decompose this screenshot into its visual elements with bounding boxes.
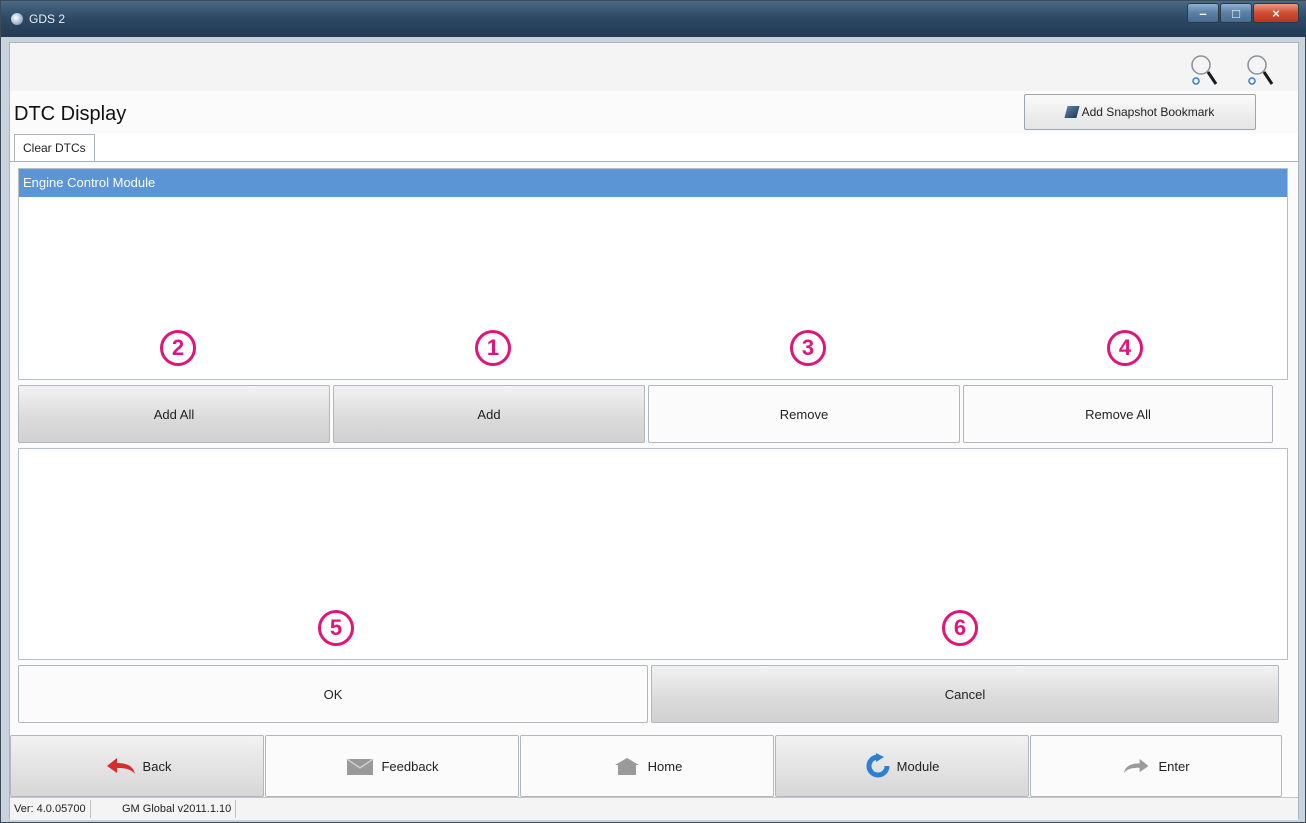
page-title: DTC Display [14,103,127,125]
navigation-bar: Back Feedback Home Module Enter [10,735,1298,797]
tab-clear-dtcs[interactable]: Clear DTCs [14,134,95,161]
feedback-label: Feedback [381,758,439,774]
minimize-button[interactable]: – [1187,3,1219,23]
top-toolbar [10,43,1298,92]
cancel-button[interactable]: Cancel [651,665,1279,723]
window-title: GDS 2 [29,12,66,26]
zoom-out-icon[interactable] [1246,53,1274,87]
tab-bar: Clear DTCs [10,133,1298,162]
module-button[interactable]: Module [775,735,1029,797]
app-content: DTC Display Add Snapshot Bookmark Clear … [9,42,1299,820]
module-label: Module [896,758,940,774]
enter-label: Enter [1158,758,1190,774]
ok-button[interactable]: OK [18,665,648,723]
close-button[interactable]: × [1253,3,1299,23]
back-button[interactable]: Back [10,735,264,797]
refresh-icon [866,753,890,778]
feedback-button[interactable]: Feedback [265,735,519,797]
add-button[interactable]: Add [333,385,645,443]
maximize-button[interactable]: □ [1220,3,1252,23]
app-icon [11,13,23,25]
snapshot-button-label: Add Snapshot Bookmark [1081,105,1215,119]
forward-arrow-icon [1124,758,1149,774]
annotation-marker: 6 [942,610,978,646]
annotation-marker: 3 [790,330,826,366]
home-button[interactable]: Home [520,735,774,797]
selected-modules-list[interactable] [18,448,1288,660]
annotation-marker: 5 [318,610,354,646]
add-all-button[interactable]: Add All [18,385,330,443]
envelope-icon [347,758,374,775]
list-item-selected[interactable]: Engine Control Module [19,169,1287,197]
remove-button[interactable]: Remove [648,385,960,443]
bookmark-icon [1064,106,1080,118]
title-bar: GDS 2 – □ × [1,1,1306,37]
version-text: Ver: 4.0.05700 [10,800,91,818]
dialog-button-row: OK Cancel [18,665,1279,723]
add-snapshot-bookmark-button[interactable]: Add Snapshot Bookmark [1024,94,1256,130]
annotation-marker: 1 [475,330,511,366]
home-label: Home [647,758,683,774]
remove-all-button[interactable]: Remove All [963,385,1273,443]
back-label: Back [142,758,172,774]
data-version-text: GM Global v2011.1.10 [118,800,237,818]
home-icon [614,758,639,775]
app-window: GDS 2 – □ × DTC Display Add Snapshot Boo… [0,0,1306,823]
back-arrow-icon [106,758,135,774]
status-bar: Ver: 4.0.05700 GM Global v2011.1.10 [10,797,1298,820]
enter-button[interactable]: Enter [1030,735,1282,797]
page-header: DTC Display Add Snapshot Bookmark [10,91,1298,133]
transfer-button-row: Add All Add Remove Remove All [18,385,1273,443]
zoom-in-icon[interactable] [1190,53,1218,87]
window-controls: – □ × [1186,3,1299,25]
available-modules-list[interactable]: Engine Control Module [18,168,1288,380]
annotation-marker: 4 [1107,330,1143,366]
annotation-marker: 2 [160,330,196,366]
